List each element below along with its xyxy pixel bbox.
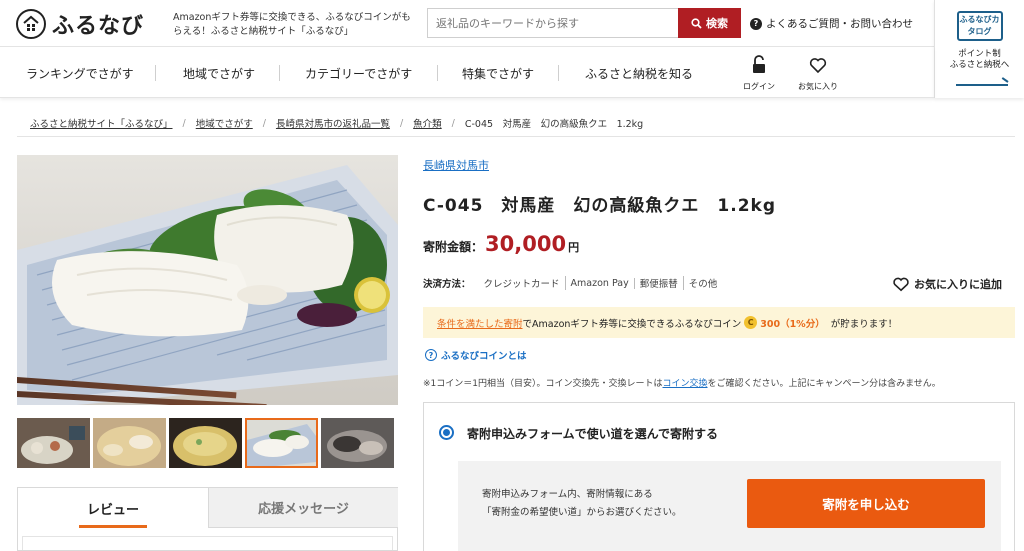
product-title: C-045 対馬産 幻の高級魚クエ 1.2kg — [423, 196, 776, 216]
add-favorite-button[interactable]: お気に入りに追加 — [892, 276, 1002, 292]
payment-method: Amazon Pay — [566, 277, 635, 289]
coin-help-label: ふるなびコインとは — [441, 351, 527, 362]
coin-condition-link[interactable]: 条件を満たした寄附 — [437, 316, 523, 330]
donation-amount: 寄附金額： 30,000 円 — [423, 232, 579, 256]
breadcrumb-city[interactable]: 長崎県対馬市の返礼品一覧 — [276, 116, 390, 130]
breadcrumb-home[interactable]: ふるさと納税サイト「ふるなび」 — [30, 116, 173, 130]
heart-icon — [809, 58, 827, 74]
catalog-book-icon: ふるなびカタログ — [956, 11, 1003, 41]
coin-banner: 条件を満たした寄附 でAmazonギフト券等に交換できるふるなびコイン C 30… — [423, 307, 1015, 338]
instruction-line2: 「寄附金の希望使い道」からお選びください。 — [482, 507, 682, 518]
city-link[interactable]: 長崎県対馬市 — [423, 157, 489, 173]
nav-divider — [437, 65, 438, 81]
login-label: ログイン — [743, 82, 775, 91]
top-header: ふるなび Amazonギフト券等に交換できる、ふるなびコインがもらえる！ふるさと… — [0, 0, 934, 47]
thumbnail-strip — [17, 418, 394, 468]
instruction-line1: 寄附申込みフォーム内、寄附情報にある — [482, 489, 653, 500]
note-after: をご確認ください。上記にキャンペーン分は含みません。 — [707, 379, 941, 389]
payment-methods: 決済方法： クレジットカード Amazon Pay 郵便振替 その他 — [423, 276, 722, 290]
add-favorite-label: お気に入りに追加 — [914, 278, 1002, 291]
breadcrumb-separator: / — [182, 117, 186, 129]
breadcrumb-category[interactable]: 魚介類 — [413, 116, 442, 130]
breadcrumb-separator: / — [451, 117, 455, 129]
nav-feature[interactable]: 特集でさがす — [462, 65, 534, 82]
nav-divider — [279, 65, 280, 81]
site-tagline: Amazonギフト券等に交換できる、ふるなびコインがもらえる！ふるさと納税サイト… — [173, 12, 411, 37]
tab-panel — [22, 536, 393, 550]
breadcrumb-region[interactable]: 地域でさがす — [196, 116, 253, 130]
search-bar: 検索 — [427, 8, 741, 38]
main-nav: ランキングでさがす 地域でさがす カテゴリーでさがす 特集でさがす ふるさと納税… — [0, 47, 934, 98]
breadcrumb: ふるさと納税サイト「ふるなび」 / 地域でさがす / 長崎県対馬市の返礼品一覧 … — [30, 116, 644, 131]
coin-icon: C — [744, 316, 758, 329]
coin-text-middle: でAmazonギフト券等に交換できるふるなびコイン — [522, 318, 742, 330]
nav-about[interactable]: ふるさと納税を知る — [585, 65, 693, 82]
search-icon — [691, 17, 702, 29]
catalog-banner[interactable]: ふるなびカタログ ポイント制 ふるさと納税へ — [934, 0, 1024, 98]
form-option-label[interactable]: 寄附申込みフォームで使い道を選んで寄附する — [467, 425, 718, 442]
breadcrumb-current: C-045 対馬産 幻の高級魚クエ 1.2kg — [464, 119, 644, 130]
favorites-button[interactable]: お気に入り — [788, 55, 848, 92]
logo-text: ふるなび — [52, 14, 145, 39]
product-main-image — [17, 155, 398, 405]
catalog-text: ポイント制 ふるさと納税へ — [935, 49, 1024, 71]
tab-support-message[interactable]: 応援メッセージ — [208, 488, 398, 528]
amount-label: 寄附金額： — [423, 240, 484, 254]
site-logo[interactable]: ふるなび — [16, 8, 144, 40]
catalog-text-line2: ふるさと納税へ — [949, 60, 1010, 70]
login-button[interactable]: ログイン — [729, 55, 789, 92]
breadcrumb-divider — [17, 136, 1015, 137]
payment-method: その他 — [688, 279, 718, 290]
form-option-detail: 寄附申込みフォーム内、寄附情報にある 「寄附金の希望使い道」からお選びください。… — [458, 461, 1001, 551]
thumbnail-5[interactable] — [321, 418, 394, 468]
amount-unit: 円 — [568, 241, 580, 254]
nav-divider — [155, 65, 156, 81]
payment-method: クレジットカード — [479, 276, 566, 290]
thumbnail-3[interactable] — [169, 418, 242, 468]
payment-method: 郵便振替 — [635, 276, 684, 290]
thumbnail-1[interactable] — [17, 418, 90, 468]
nav-category[interactable]: カテゴリーでさがす — [305, 65, 412, 82]
tab-review[interactable]: レビュー — [18, 488, 208, 528]
heart-icon — [893, 277, 909, 292]
catalog-text-line1: ポイント制 — [958, 49, 1001, 59]
faq-link[interactable]: ? よくあるご質問・お問い合わせ — [750, 16, 913, 31]
apply-donation-button[interactable]: 寄附を申し込む — [747, 479, 985, 528]
search-input[interactable] — [427, 8, 678, 38]
nav-region[interactable]: 地域でさがす — [183, 65, 255, 82]
search-button-label: 検索 — [706, 17, 728, 30]
coin-note: ※1コイン＝1円相当（目安）。コイン交換先・交換レートはコイン交換をご確認くださ… — [423, 376, 941, 389]
coin-amount: 300（1%分） — [760, 318, 825, 330]
nav-divider — [558, 65, 559, 81]
donation-form-option: 寄附申込みフォームで使い道を選んで寄附する 寄附申込みフォーム内、寄附情報にある… — [423, 402, 1015, 551]
favorites-label: お気に入り — [798, 82, 838, 91]
search-button[interactable]: 検索 — [678, 8, 741, 38]
thumbnail-2[interactable] — [93, 418, 166, 468]
faq-label: よくあるご質問・お問い合わせ — [766, 18, 913, 30]
form-option-radio[interactable] — [439, 425, 454, 440]
amount-value: 30,000 — [485, 232, 567, 256]
coin-help-link[interactable]: ? ふるなびコインとは — [425, 348, 527, 362]
nav-ranking[interactable]: ランキングでさがす — [26, 65, 134, 82]
breadcrumb-separator: / — [399, 117, 404, 129]
review-tabs: レビュー 応援メッセージ — [17, 487, 398, 551]
question-circle-icon: ? — [425, 349, 437, 361]
question-icon: ? — [750, 17, 762, 30]
thumbnail-4[interactable] — [245, 418, 318, 468]
form-option-instruction: 寄附申込みフォーム内、寄附情報にある 「寄附金の希望使い道」からお選びください。 — [482, 486, 682, 522]
coin-exchange-link[interactable]: コイン交換 — [663, 379, 708, 389]
lock-icon — [753, 55, 765, 73]
coin-text-end: が貯まります！ — [830, 318, 898, 330]
payment-label: 決済方法： — [423, 279, 471, 290]
arrow-right-icon — [956, 84, 1008, 86]
logo-house-icon — [16, 9, 46, 39]
note-before: ※1コイン＝1円相当（目安）。コイン交換先・交換レートは — [423, 379, 663, 389]
breadcrumb-separator: / — [262, 117, 266, 129]
